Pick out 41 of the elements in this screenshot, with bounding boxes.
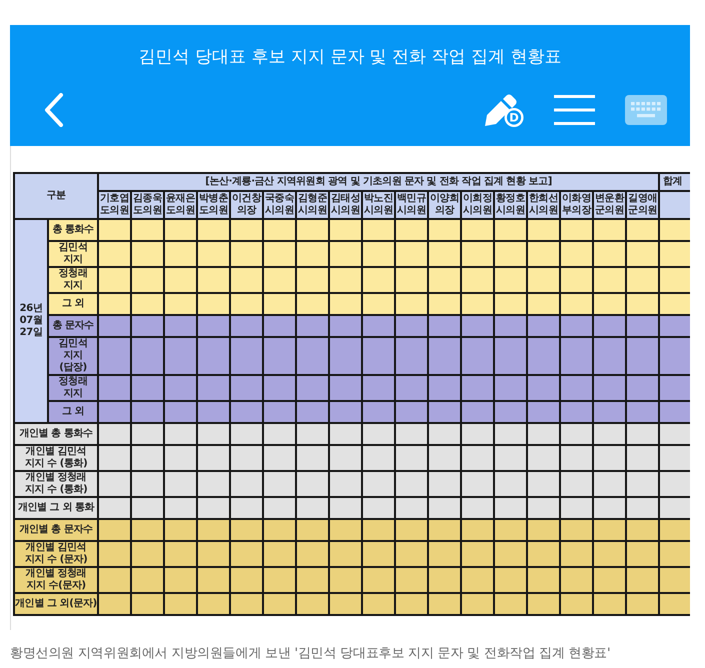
column-header: 기호엽 도의원 (98, 191, 132, 219)
row-header: 총 통화수 (48, 219, 98, 241)
column-header: 황정호 시의원 (494, 191, 528, 219)
row-header: 총 문자수 (48, 315, 98, 337)
column-header: 변운환 군의원 (593, 191, 626, 219)
row-header: 그 외 (48, 293, 98, 315)
row-header: 그 외 (48, 401, 98, 423)
row-header: 김민석 지지 (답장) (48, 337, 98, 375)
row-header: 정청래 지지 (48, 375, 98, 401)
row-header: 개인별 김민석 지지 수 (문자) (14, 541, 98, 567)
row-header: 정청래 지지 (48, 267, 98, 293)
report-title: [논산·계룡·금산 지역위원회 광역 및 기초의원 문자 및 전화 작업 집계 현황 보고] (98, 173, 660, 191)
column-header: 박병춘 도의원 (197, 191, 230, 219)
column-header: 이양희 의장 (428, 191, 462, 219)
row-header: 개인별 총 통화수 (14, 423, 98, 445)
column-header: 한희선 시의원 (527, 191, 560, 219)
column-header: 이화영 부의장 (560, 191, 594, 219)
date-cell: 26년 07월 27일 (14, 219, 48, 423)
row-header: 개인별 김민석 지지 수 (통화) (14, 445, 98, 471)
column-header: 박노진 시의원 (362, 191, 396, 219)
column-header: 이건창 의장 (230, 191, 264, 219)
row-header: 개인별 총 문자수 (14, 519, 98, 541)
photo-caption: 황명선의원 지역위원회에서 지방의원들에게 보낸 '김민석 당대표후보 지지 문자 및 전화작업 집계 현황표' (10, 645, 612, 663)
back-icon[interactable] (44, 93, 64, 127)
column-header: 김형준 시의원 (296, 191, 330, 219)
column-header: 길영애 군의원 (626, 191, 660, 219)
row-header: 개인별 정청래 지지 수 (통화) (14, 471, 98, 497)
screen-title: 김민석 당대표 후보 지지 문자 및 전화 작업 집계 현황표 (138, 46, 562, 69)
column-header: 백민규 시의원 (395, 191, 428, 219)
row-header: 개인별 그 외 통화 (14, 497, 98, 519)
row-header: 개인별 정청래 지지 수(문자) (14, 567, 98, 593)
corner-header: 구분 (14, 173, 98, 219)
row-header: 개인별 그 외(문자) (14, 593, 98, 615)
column-header: 김태성 시의원 (329, 191, 362, 219)
total-header: 합계 (659, 173, 690, 191)
column-header: 국중숙 시의원 (263, 191, 296, 219)
column-header: 이희정 시의원 (461, 191, 494, 219)
row-header: 김민석 지지 (48, 241, 98, 267)
column-header: 김종욱 도의원 (131, 191, 164, 219)
column-header: 윤재은 도의원 (164, 191, 198, 219)
menu-icon[interactable] (554, 95, 595, 125)
